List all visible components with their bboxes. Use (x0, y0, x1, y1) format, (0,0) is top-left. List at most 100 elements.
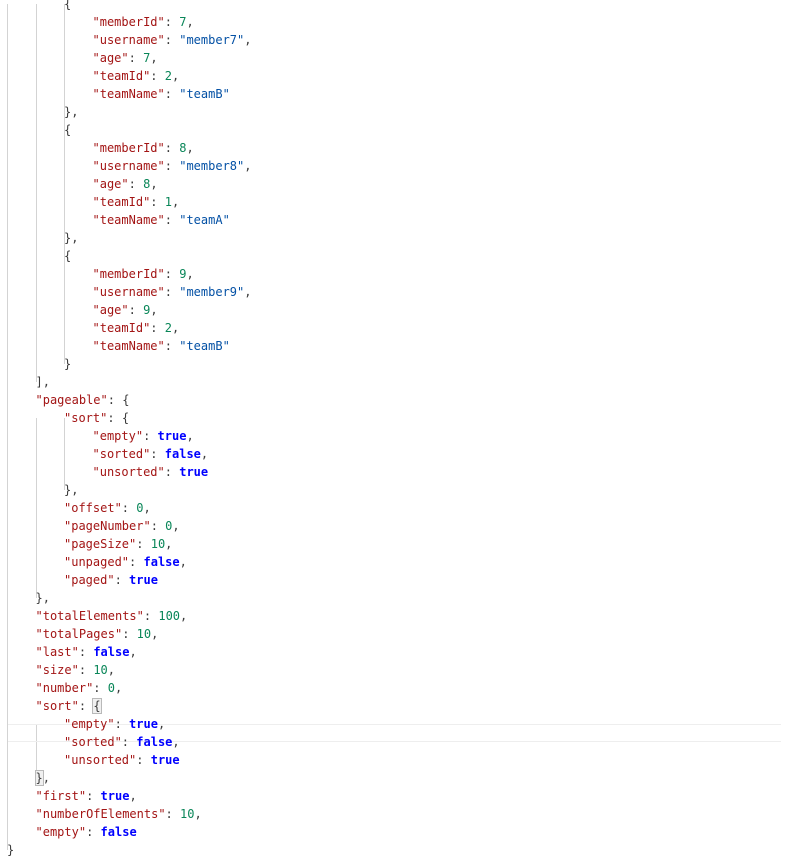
code-line[interactable]: }, (64, 481, 78, 499)
code-line[interactable]: }, (64, 103, 78, 121)
json-punctuation: : (150, 69, 158, 83)
json-key: "offset" (64, 501, 122, 515)
json-punctuation: , (143, 501, 151, 515)
code-line[interactable]: }, (64, 229, 78, 247)
code-line[interactable]: "offset": 0, (64, 499, 151, 517)
code-line[interactable]: } (7, 841, 14, 859)
json-number-value: 1 (164, 195, 172, 209)
code-line[interactable]: "teamName": "teamA" (93, 211, 230, 229)
code-line[interactable]: "age": 8, (93, 175, 158, 193)
json-key: "empty" (92, 429, 144, 443)
json-punctuation: : (165, 807, 173, 821)
code-line[interactable]: "sorted": false, (93, 445, 209, 463)
json-punctuation: : (107, 393, 115, 407)
json-punctuation: , (186, 15, 194, 29)
code-line[interactable]: ], (36, 373, 50, 391)
code-line[interactable]: "numberOfElements": 10, (36, 805, 202, 823)
code-line[interactable]: "first": true, (36, 787, 137, 805)
code-line[interactable]: "empty": true, (93, 427, 194, 445)
json-punctuation: : (164, 267, 172, 281)
json-punctuation: , (172, 735, 180, 749)
code-line[interactable]: "memberId": 8, (93, 139, 194, 157)
code-line[interactable]: "unsorted": true (93, 463, 209, 481)
json-punctuation (115, 411, 122, 425)
json-punctuation (101, 681, 108, 695)
code-line[interactable]: "unsorted": true (64, 751, 180, 769)
code-line[interactable]: "memberId": 9, (93, 265, 194, 283)
code-line[interactable]: }, (36, 589, 50, 607)
code-line[interactable]: "username": "member7", (93, 31, 252, 49)
json-key: "teamId" (92, 195, 151, 209)
code-line[interactable]: "sort": { (36, 697, 102, 715)
json-punctuation (136, 51, 143, 65)
code-line[interactable]: "paged": true (64, 571, 158, 589)
json-punctuation (143, 537, 150, 551)
code-line[interactable]: "last": false, (36, 643, 137, 661)
code-line[interactable]: "empty": false (36, 823, 137, 841)
json-key: "sort" (64, 411, 108, 425)
code-line[interactable]: "teamName": "teamB" (93, 337, 230, 355)
json-number-value: 10 (93, 663, 108, 677)
json-punctuation: : (78, 645, 87, 659)
code-line[interactable]: "size": 10, (36, 661, 116, 679)
code-line[interactable]: "teamId": 1, (93, 193, 180, 211)
json-key: "pageable" (35, 393, 108, 407)
json-key: "memberId" (92, 267, 165, 281)
json-punctuation: : (121, 501, 130, 515)
code-line[interactable]: "memberId": 7, (93, 13, 194, 31)
code-line[interactable]: } (64, 355, 71, 373)
json-punctuation: , (42, 591, 50, 605)
code-line[interactable]: "totalPages": 10, (36, 625, 159, 643)
json-punctuation: , (71, 105, 79, 119)
json-string-value: "member8" (179, 159, 245, 173)
json-punctuation: : (121, 735, 130, 749)
json-key: "pageNumber" (64, 519, 151, 533)
code-line[interactable]: "pageable": { (36, 391, 130, 409)
json-key: "age" (92, 51, 129, 65)
code-line[interactable]: "age": 9, (93, 301, 158, 319)
json-boolean-value: true (129, 573, 158, 587)
code-line[interactable]: { (64, 121, 71, 139)
code-line[interactable]: "pageNumber": 0, (64, 517, 180, 535)
json-punctuation: , (172, 69, 180, 83)
indent-guide (64, 4, 65, 364)
code-line[interactable]: { (64, 0, 71, 13)
json-string-value: "member7" (179, 33, 245, 47)
code-line[interactable]: "unpaged": false, (64, 553, 187, 571)
json-punctuation (158, 447, 165, 461)
json-viewer[interactable]: {"memberId": 7, "username": "member7", "ag… (0, 0, 785, 868)
code-line[interactable]: "number": 0, (36, 679, 123, 697)
code-line[interactable]: "teamId": 2, (93, 67, 180, 85)
json-punctuation (173, 807, 180, 821)
code-line[interactable]: "pageSize": 10, (64, 535, 172, 553)
code-line[interactable]: "teamName": "teamB" (93, 85, 230, 103)
json-punctuation: , (42, 771, 50, 785)
json-punctuation (158, 195, 165, 209)
json-key: "teamName" (92, 213, 165, 227)
json-punctuation (93, 825, 100, 839)
code-line[interactable]: "empty": true, (64, 715, 165, 733)
code-line[interactable]: "totalElements": 100, (36, 607, 188, 625)
json-punctuation (122, 573, 129, 587)
code-line[interactable]: { (64, 247, 71, 265)
json-boolean-value: false (100, 825, 137, 839)
json-number-value: 0 (136, 501, 144, 515)
json-punctuation: : (164, 141, 172, 155)
json-punctuation (150, 429, 157, 443)
json-punctuation: , (42, 375, 50, 389)
code-line[interactable]: "age": 7, (93, 49, 158, 67)
json-boolean-value: false (143, 555, 180, 569)
json-punctuation: { (122, 393, 130, 407)
json-punctuation: { (64, 249, 72, 263)
json-key: "totalPages" (35, 627, 123, 641)
code-line[interactable]: "username": "member9", (93, 283, 252, 301)
code-line[interactable]: "teamId": 2, (93, 319, 180, 337)
json-punctuation: , (244, 33, 252, 47)
code-line[interactable]: "username": "member8", (93, 157, 252, 175)
json-key: "sorted" (92, 447, 151, 461)
code-line[interactable]: }, (34, 769, 50, 787)
code-line[interactable]: "sorted": false, (64, 733, 180, 751)
code-line[interactable]: "sort": { (64, 409, 129, 427)
json-punctuation (136, 177, 143, 191)
json-punctuation: : (78, 699, 87, 713)
